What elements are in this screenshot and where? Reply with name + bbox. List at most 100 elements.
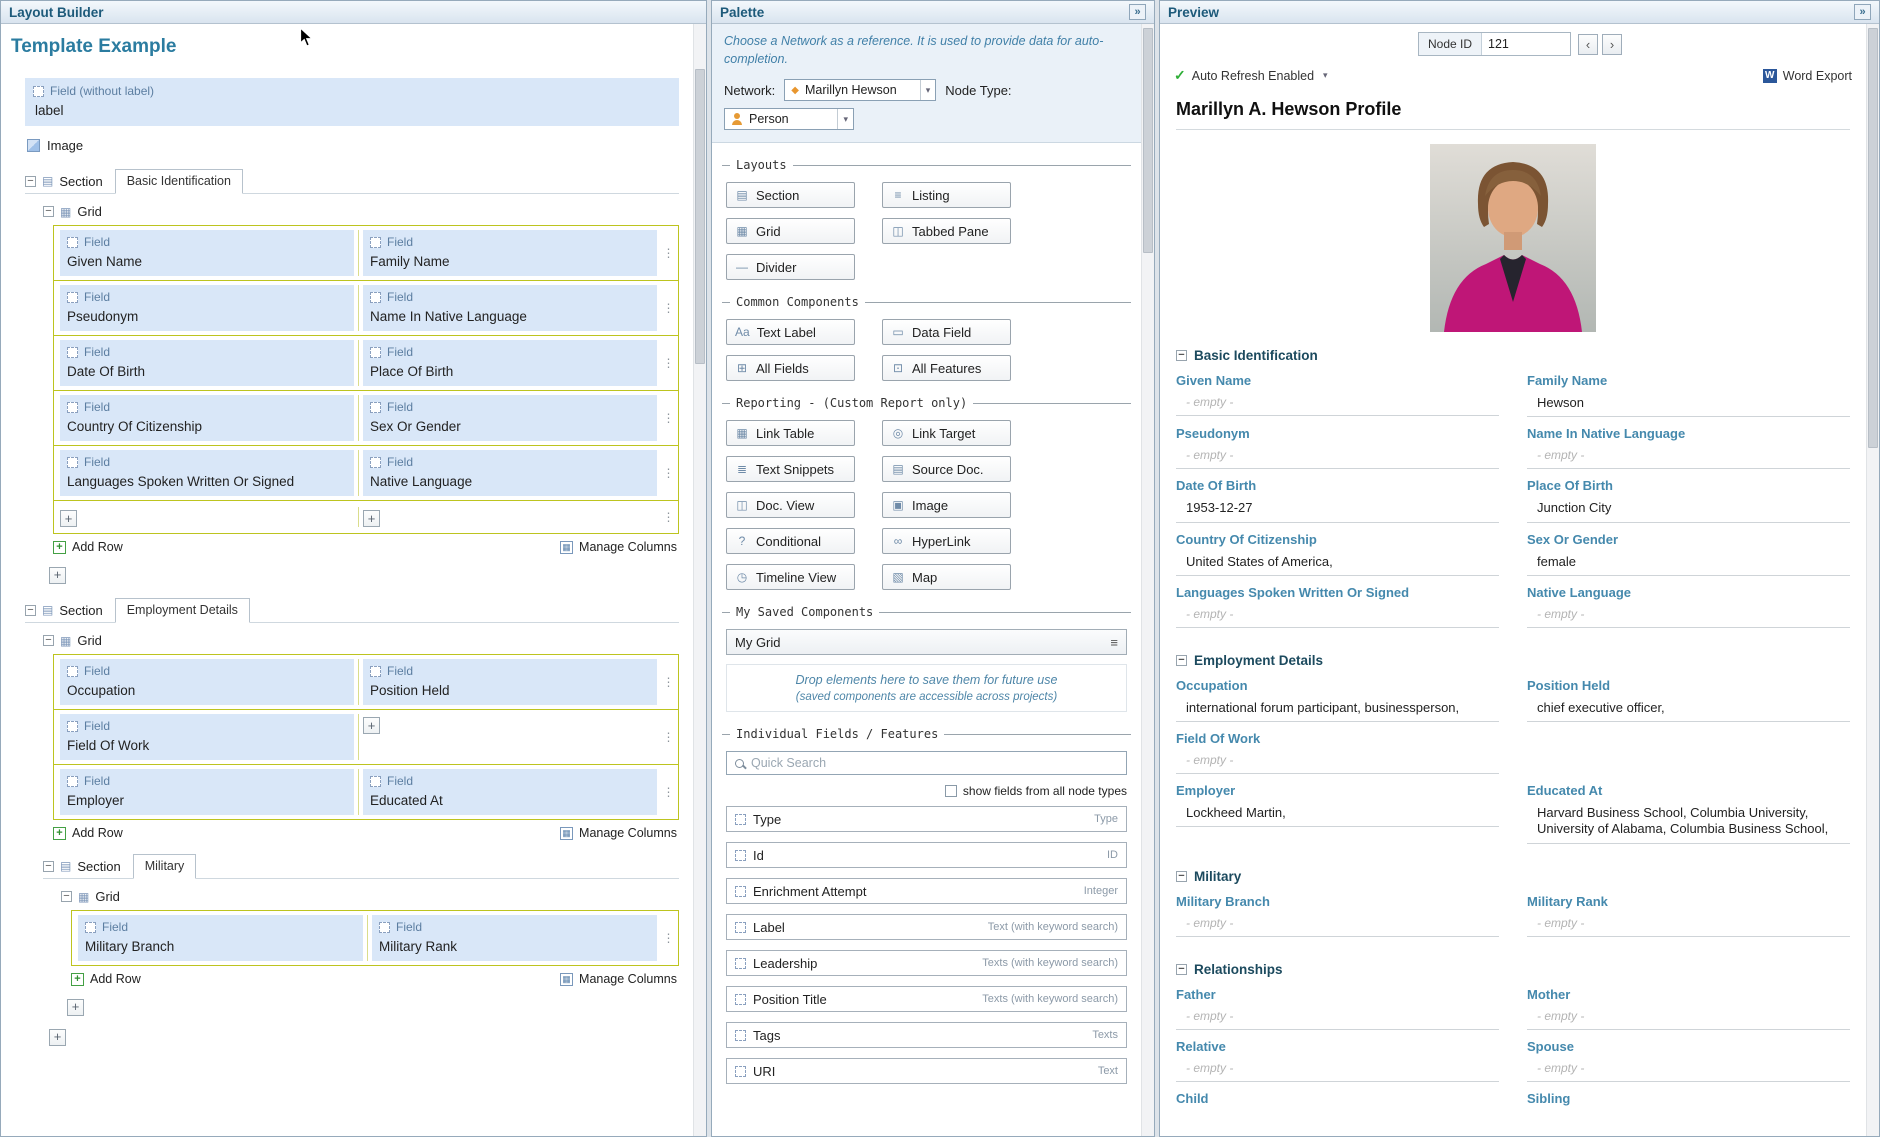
palette-button-all-fields[interactable]: ⊞ All Fields (726, 355, 855, 381)
palette-button-grid[interactable]: ▦ Grid (726, 218, 855, 244)
drag-handle-icon[interactable]: ⋮ (661, 510, 676, 524)
palette-button-timeline-view[interactable]: ◷ Timeline View (726, 564, 855, 590)
palette-button-source-doc[interactable]: ▤ Source Doc. (882, 456, 1011, 482)
drag-handle-icon[interactable]: ⋮ (661, 931, 676, 945)
add-row-button[interactable]: + Add Row (53, 826, 123, 840)
palette-button-hyperlink[interactable]: ∞ HyperLink (882, 528, 1011, 554)
field-list-item[interactable]: URI Text (726, 1058, 1127, 1084)
auto-refresh-toggle[interactable]: ✓ Auto Refresh Enabled ▾ (1174, 67, 1328, 84)
add-field-button[interactable]: + (363, 510, 380, 527)
collapse-icon[interactable]: − (43, 206, 54, 217)
field-cell[interactable]: Field Educated At (363, 769, 657, 815)
manage-columns-button[interactable]: ▦ Manage Columns (560, 972, 677, 986)
palette-button-all-features[interactable]: ⊡ All Features (882, 355, 1011, 381)
drag-handle-icon[interactable]: ⋮ (661, 785, 676, 799)
collapse-icon[interactable]: − (25, 604, 36, 616)
add-field-button[interactable]: + (60, 510, 77, 527)
collapse-icon[interactable]: − (1176, 654, 1187, 666)
field-list-item[interactable]: Leadership Texts (with keyword search) (726, 950, 1127, 976)
node-id-input[interactable] (1482, 33, 1571, 55)
field-list-item[interactable]: Position Title Texts (with keyword search… (726, 986, 1127, 1012)
field-cell[interactable]: Field Position Held (363, 659, 657, 705)
node-type-select[interactable]: Person ▾ (724, 108, 854, 130)
manage-columns-button[interactable]: ▦ Manage Columns (560, 826, 677, 840)
section-tab[interactable]: Military (132, 854, 197, 879)
previous-node-button[interactable]: ‹ (1578, 33, 1599, 55)
collapse-icon[interactable]: − (1176, 870, 1187, 882)
quick-search-input[interactable] (751, 756, 1118, 770)
field-cell[interactable]: Field Military Branch (78, 915, 363, 961)
scrollbar-thumb[interactable] (1868, 28, 1878, 448)
field-cell[interactable]: Field Languages Spoken Written Or Signed (60, 450, 354, 496)
palette-scrollbar[interactable] (1141, 24, 1154, 1136)
palette-button-image[interactable]: ▣ Image (882, 492, 1011, 518)
palette-button-conditional[interactable]: ? Conditional (726, 528, 855, 554)
preview-scrollbar[interactable] (1866, 24, 1879, 1136)
field-cell[interactable]: Field Sex Or Gender (363, 395, 657, 441)
field-cell[interactable]: Field Native Language (363, 450, 657, 496)
drag-handle-icon[interactable]: ⋮ (661, 466, 676, 480)
collapse-icon[interactable]: − (43, 635, 54, 646)
field-cell[interactable]: Field Country Of Citizenship (60, 395, 354, 441)
drag-handle-icon[interactable]: ⋮ (661, 730, 676, 744)
field-cell[interactable]: Field Place Of Birth (363, 340, 657, 386)
palette-button-divider[interactable]: — Divider (726, 254, 855, 280)
field-list-item[interactable]: Id ID (726, 842, 1127, 868)
add-element-button[interactable]: + (67, 998, 84, 1016)
field-cell[interactable]: Field Given Name (60, 230, 354, 276)
scrollbar-thumb[interactable] (695, 69, 705, 364)
palette-button-tabbed-pane[interactable]: ◫ Tabbed Pane (882, 218, 1011, 244)
field-cell[interactable]: Field Field Of Work (60, 714, 354, 760)
network-select[interactable]: ◆ Marillyn Hewson ▾ (784, 79, 937, 101)
field-cell[interactable]: Field Occupation (60, 659, 354, 705)
drag-handle-icon[interactable]: ⋮ (661, 411, 676, 425)
collapse-icon[interactable]: − (1176, 963, 1187, 975)
palette-button-link-target[interactable]: ◎ Link Target (882, 420, 1011, 446)
field-list-item[interactable]: Type Type (726, 806, 1127, 832)
field-cell[interactable]: Field Family Name (363, 230, 657, 276)
palette-button-doc-view[interactable]: ◫ Doc. View (726, 492, 855, 518)
collapse-preview-button[interactable]: » (1854, 4, 1871, 20)
field-cell[interactable]: Field Pseudonym (60, 285, 354, 331)
add-element-button[interactable]: + (49, 1028, 66, 1046)
field-cell[interactable]: Field Date Of Birth (60, 340, 354, 386)
field-list-item[interactable]: Label Text (with keyword search) (726, 914, 1127, 940)
palette-button-listing[interactable]: ≡ Listing (882, 182, 1011, 208)
drag-handle-icon[interactable]: ⋮ (661, 246, 676, 260)
layout-builder-scrollbar[interactable] (693, 24, 706, 1136)
section-tab[interactable]: Basic Identification (114, 169, 243, 194)
palette-button-link-table[interactable]: ▦ Link Table (726, 420, 855, 446)
collapse-icon[interactable]: − (61, 891, 72, 902)
field-list-item[interactable]: Tags Texts (726, 1022, 1127, 1048)
next-node-button[interactable]: › (1602, 33, 1623, 55)
drag-handle-icon[interactable]: ⋮ (661, 675, 676, 689)
field-cell[interactable]: Field Military Rank (372, 915, 657, 961)
scrollbar-thumb[interactable] (1143, 28, 1153, 253)
drag-handle-icon[interactable]: ⋮ (661, 356, 676, 370)
drop-zone[interactable]: Drop elements here to save them for futu… (726, 664, 1127, 712)
drag-handle-icon[interactable]: ⋮ (661, 301, 676, 315)
palette-button-text-label[interactable]: Aa Text Label (726, 319, 855, 345)
collapse-icon[interactable]: − (1176, 350, 1187, 361)
collapse-palette-button[interactable]: » (1129, 4, 1146, 20)
section-tab[interactable]: Employment Details (114, 598, 250, 623)
add-element-button[interactable]: + (49, 566, 66, 584)
field-cell[interactable]: Field Employer (60, 769, 354, 815)
palette-button-data-field[interactable]: ▭ Data Field (882, 319, 1011, 345)
menu-icon[interactable]: ≡ (1110, 635, 1118, 650)
palette-button-section[interactable]: ▤ Section (726, 182, 855, 208)
add-row-button[interactable]: + Add Row (71, 972, 141, 986)
saved-component-my-grid[interactable]: My Grid ≡ (726, 629, 1127, 655)
manage-columns-button[interactable]: ▦ Manage Columns (560, 540, 677, 554)
field-cell[interactable]: Field Name In Native Language (363, 285, 657, 331)
field-list-item[interactable]: Enrichment Attempt Integer (726, 878, 1127, 904)
palette-button-text-snippets[interactable]: ≣ Text Snippets (726, 456, 855, 482)
word-export-button[interactable]: W Word Export (1762, 68, 1852, 83)
field-without-label-element[interactable]: Field (without label) label (25, 78, 679, 126)
collapse-icon[interactable]: − (25, 175, 36, 187)
image-element[interactable]: Image (27, 138, 679, 153)
show-all-checkbox[interactable] (944, 785, 957, 797)
palette-button-map[interactable]: ▧ Map (882, 564, 1011, 590)
add-row-button[interactable]: + Add Row (53, 540, 123, 554)
collapse-icon[interactable]: − (43, 860, 54, 872)
